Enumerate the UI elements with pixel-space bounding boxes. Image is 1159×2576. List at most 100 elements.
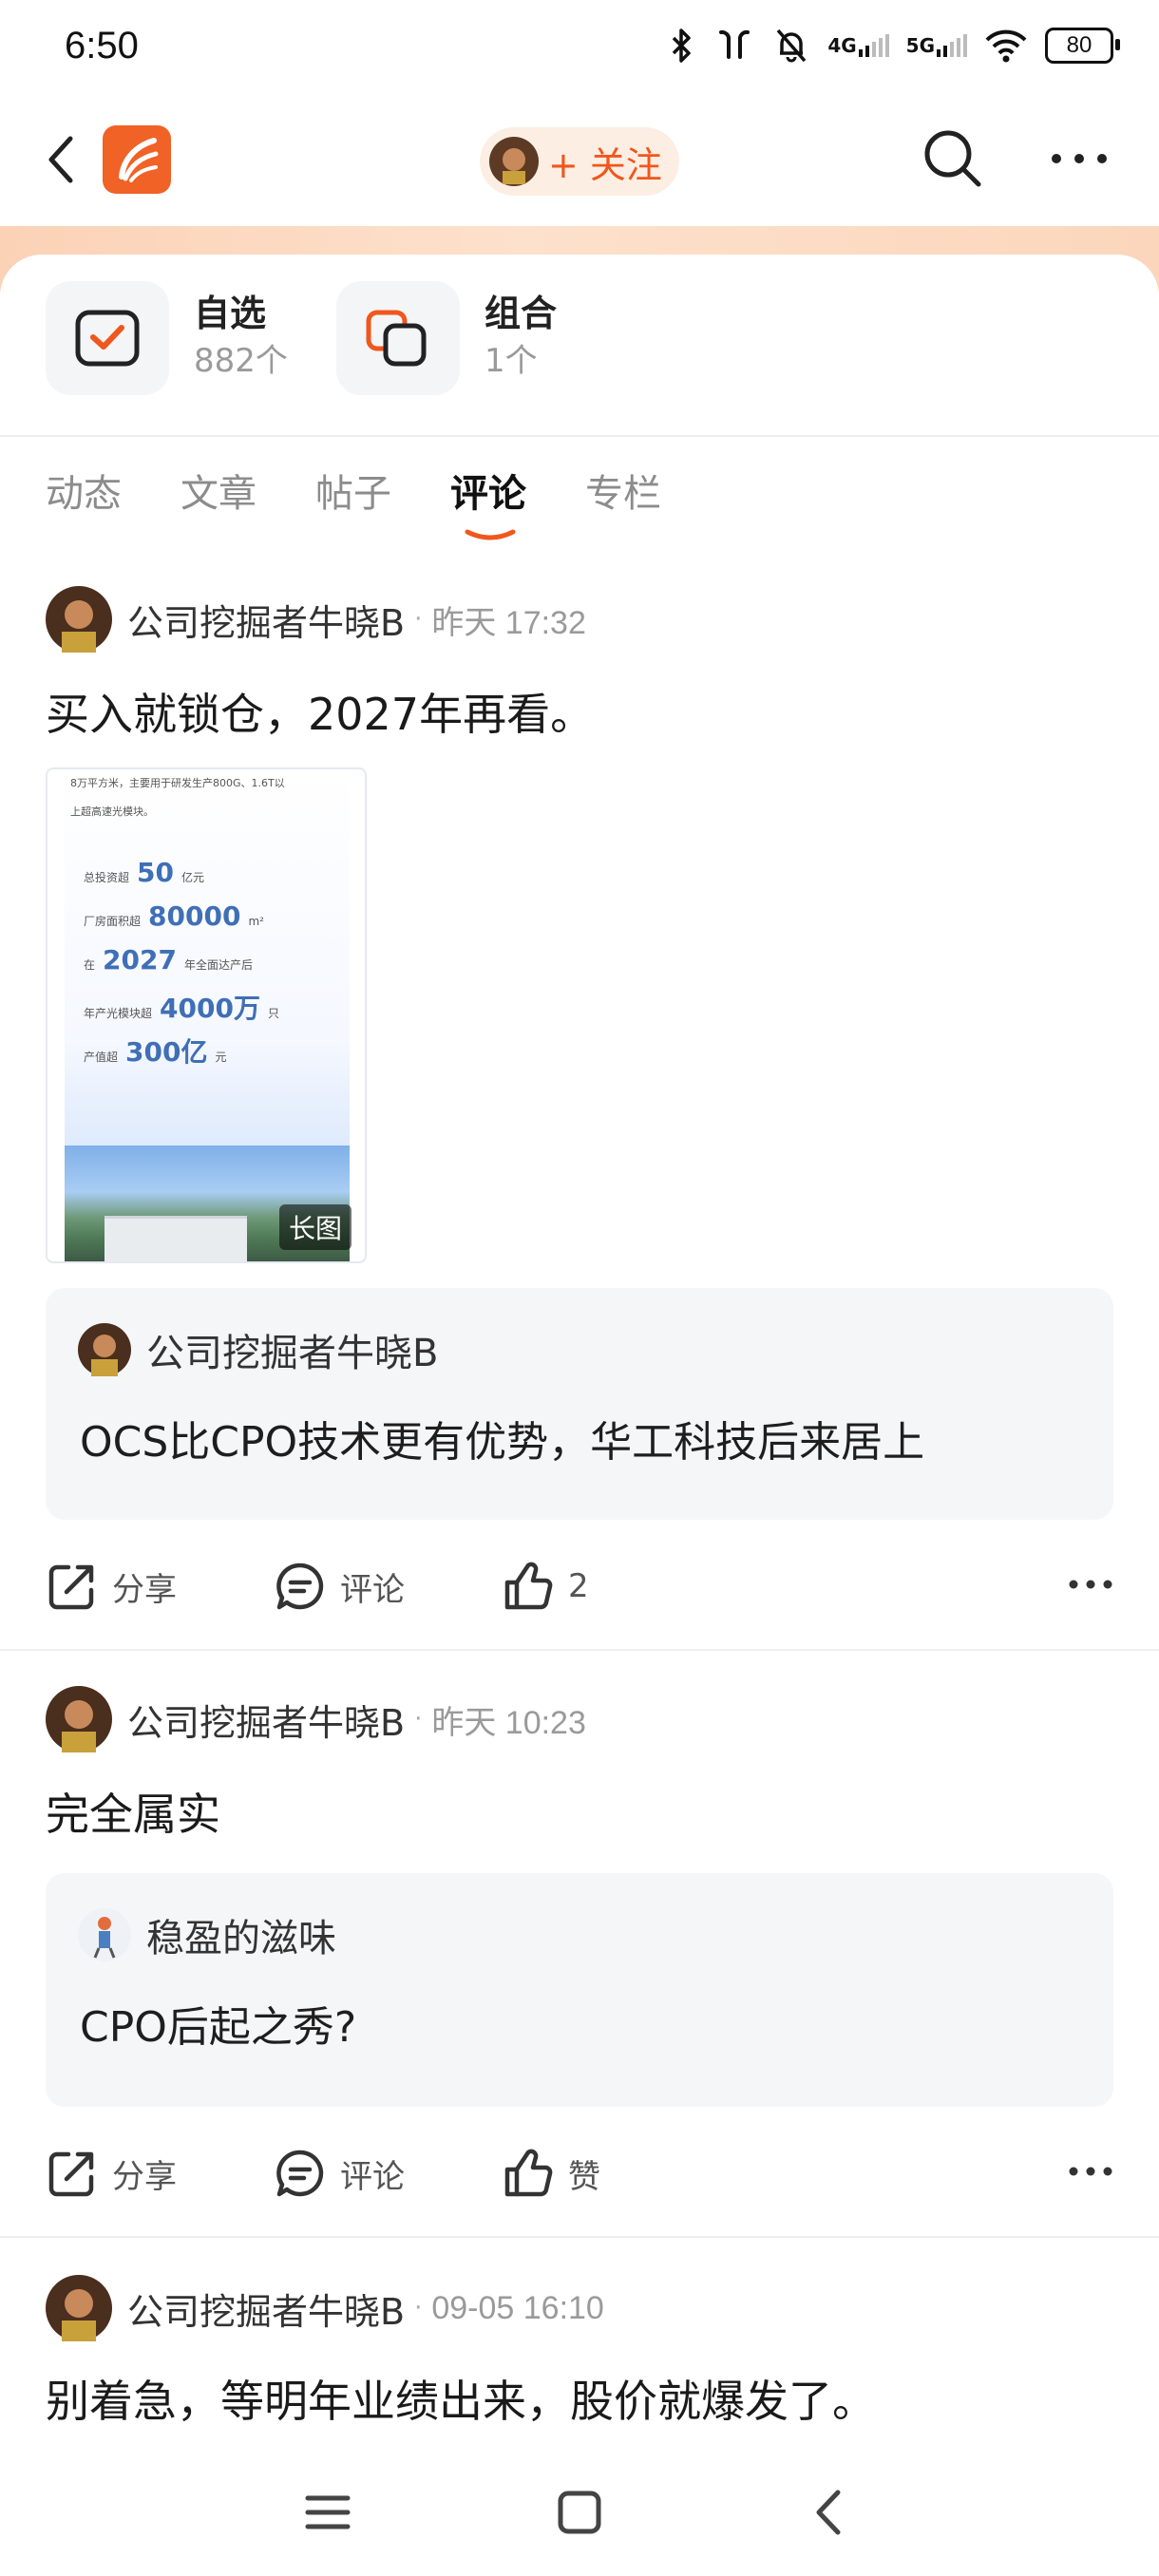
wifi-icon [985,29,1027,63]
like-button[interactable]: 2 [502,1548,589,1624]
post-text[interactable]: 完全属实 [46,1780,220,1843]
post-time: 09-05 16:10 [431,2289,604,2326]
like-count: 2 [568,1567,589,1605]
follow-button[interactable]: + 关注 [480,127,679,196]
image-stat-row: 年产光模块超 4000万只 [84,993,279,1024]
bluetooth-icon [673,28,692,63]
campus-building [104,1216,247,1261]
watchlist-title: 自选 [194,293,267,334]
watchlist-count: 882个 [194,342,288,380]
watchlist-icon-box [46,281,169,395]
portfolio-icon [366,310,427,367]
more-options-icon[interactable] [1068,2160,1113,2183]
comment-icon [276,2150,324,2197]
follow-label: + 关注 [548,143,662,186]
divider [0,1649,1159,1651]
post-text[interactable]: 别着急，等明年业绩出来，股价就爆发了。 [46,2367,876,2430]
like-label: 赞 [568,2157,600,2196]
image-stat-row: 产值超 300亿元 [84,1036,227,1068]
tab-dynamics[interactable]: 动态 [46,464,122,540]
portfolio-count: 1个 [484,342,538,380]
portfolio-title: 组合 [484,293,558,334]
action-bar: 分享 评论 赞 [46,2135,1113,2211]
signal-4g-icon: 4G [827,34,889,57]
status-bar: 6:50 4G 5G 80 [0,0,1159,104]
watchlist-entry[interactable]: 自选 882个 [46,281,288,395]
avatar[interactable] [46,2275,112,2341]
app-logo[interactable] [103,125,171,194]
avatar[interactable] [46,586,112,653]
separator-dot: · [414,2294,423,2322]
post-header: 公司挖掘者牛晓B · 昨天 17:32 [46,585,586,653]
image-stat-row: 在 2027 年全面达产后 [84,944,253,975]
quote-author: 稳盈的滋味 [146,1917,336,1960]
image-stat-row: 总投资超 50 亿元 [84,857,204,888]
back-arrow-icon[interactable] [38,131,86,188]
menu-icon[interactable] [294,2479,361,2546]
post-header: 公司挖掘者牛晓B · 09-05 16:10 [46,2274,604,2342]
like-button[interactable]: 赞 [502,2135,600,2211]
author-name[interactable]: 公司挖掘者牛晓B [127,2282,405,2335]
top-nav: + 关注 [0,104,1159,228]
post-time: 昨天 17:32 [431,604,586,641]
tab-columns[interactable]: 专栏 [585,464,661,540]
search-icon[interactable] [920,125,984,190]
back-icon[interactable] [798,2479,864,2546]
tab-comments-label: 评论 [450,472,526,516]
avatar [489,137,539,186]
image-stat-row: 厂房面积超 80000 m² [84,900,264,932]
share-button[interactable]: 分享 [46,1548,177,1624]
portfolio-icon-box [336,281,460,395]
long-image-badge: 长图 [278,1204,352,1250]
tab-comments[interactable]: 评论 [450,464,526,540]
comment-icon [276,1563,324,1610]
quote-header: 公司挖掘者牛晓B [78,1322,438,1377]
quote-text: OCS比CPO技术更有优势，华工科技后来居上 [80,1418,925,1467]
comment-button[interactable]: 评论 [274,1548,405,1624]
post-text[interactable]: 买入就锁仓，2027年再看。 [46,680,594,743]
author-name[interactable]: 公司挖掘者牛晓B [127,1694,405,1746]
status-icons: 4G 5G 80 [668,27,1120,65]
quoted-comment[interactable]: 稳盈的滋味 CPO后起之秀? [46,1873,1113,2107]
separator-dot: · [414,605,423,634]
thumbs-up-icon [504,1562,553,1610]
avatar [78,1908,131,1961]
share-label: 分享 [112,1570,177,1609]
post-header: 公司挖掘者牛晓B · 昨天 10:23 [46,1685,586,1753]
app-logo-icon [119,138,159,182]
separator-dot: · [414,1705,423,1733]
quote-header: 稳盈的滋味 [78,1907,336,1962]
portfolio-entry[interactable]: 组合 1个 [336,281,557,395]
tab-articles[interactable]: 文章 [180,464,256,540]
thumbs-up-icon [504,2149,553,2197]
watchlist-icon [75,310,140,367]
share-icon [48,2151,94,2197]
quoted-comment[interactable]: 公司挖掘者牛晓B OCS比CPO技术更有优势，华工科技后来居上 [46,1288,1113,1520]
system-nav-bar [0,2451,1159,2576]
more-options-icon[interactable] [1049,144,1110,173]
signal-5g-icon: 5G [906,34,967,57]
comment-button[interactable]: 评论 [274,2135,405,2211]
divider [0,435,1159,437]
avatar[interactable] [46,1686,112,1752]
tab-bar: 动态 文章 帖子 评论 专栏 [46,464,720,540]
mute-bell-icon [776,28,807,63]
quote-author: 公司挖掘者牛晓B [146,1332,439,1375]
battery-icon: 80 [1045,28,1120,64]
earbuds-icon [719,29,750,59]
comment-label: 评论 [340,2157,405,2196]
active-tab-indicator [465,529,516,540]
share-icon [48,1564,94,1610]
divider [0,2236,1159,2238]
share-label: 分享 [112,2157,177,2196]
comment-label: 评论 [340,1570,405,1609]
tab-posts[interactable]: 帖子 [315,464,391,540]
status-time: 6:50 [65,25,139,66]
share-button[interactable]: 分享 [46,2135,177,2211]
home-icon[interactable] [546,2479,613,2546]
quote-text: CPO后起之秀? [80,2003,357,2052]
more-options-icon[interactable] [1068,1573,1113,1596]
long-image[interactable]: 8万平方米，主要用于研发生产800G、1.6T以 上超高速光模块。 总投资超 50… [46,767,367,1263]
author-name[interactable]: 公司挖掘者牛晓B [127,594,405,646]
action-bar: 分享 评论 2 [46,1548,1113,1624]
